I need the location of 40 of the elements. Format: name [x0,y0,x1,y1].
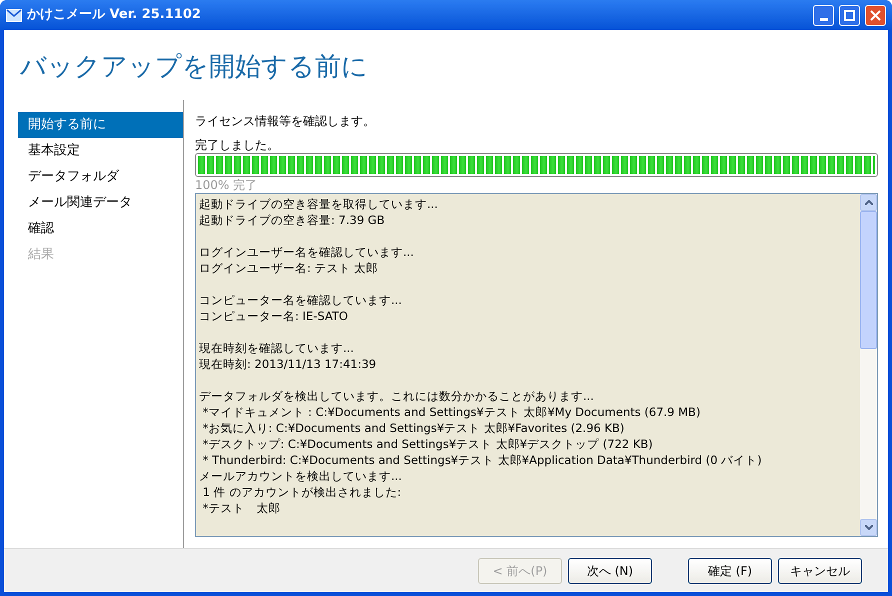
log-line: *マイドキュメント : C:¥Documents and Settings¥テスト 太郎¥My Documents (67.9 MB) [202,404,700,420]
page-heading: バックアップを開始する前に [19,51,369,84]
log-line: コンピューター名: IE-SATO [199,308,348,324]
minimize-button[interactable] [813,4,834,26]
log-line: ログインユーザー名を確認しています... [199,244,414,260]
log-line: ログインユーザー名: テスト 太郎 [199,260,378,276]
scroll-down-button[interactable] [860,519,877,536]
maximize-icon [844,10,855,20]
dialog-button[interactable]: キャンセル [778,558,862,584]
scroll-up-button[interactable] [860,194,877,211]
log-line: メールアカウントを検出しています... [199,468,402,484]
window-title: かけこメール Ver. 25.1102 [27,6,201,24]
envelope-icon [6,8,22,22]
dialog-button[interactable]: 次へ (N) [568,558,652,584]
log-line: 現在時刻: 2013/11/13 17:41:39 [199,356,376,372]
description-text: ライセンス情報等を確認します。 [195,113,376,130]
close-button[interactable] [865,4,886,26]
scroll-thumb[interactable] [860,211,877,349]
sidebar-item[interactable]: 開始する前に [18,112,183,138]
log-line: コンピューター名を確認しています... [199,292,402,308]
log-line: 1 件 のアカウントが検出されました: [202,484,402,500]
minimize-icon [820,18,828,20]
log-line: * Thunderbird: C:¥Documents and Settings¥テスト 太郎¥Application Data¥Thunderbird (0 バイト) [202,452,762,468]
status-text: 完了しました。 [195,137,280,153]
scrollbar[interactable] [860,194,877,536]
log-line: 起動ドライブの空き容量: 7.39 GB [199,212,385,228]
close-icon [870,10,881,20]
log-line: *デスクトップ: C:¥Documents and Settings¥テスト 太郎¥デスクトップ (722 KB) [202,436,653,452]
log-line: 現在時刻を確認しています... [199,340,354,356]
maximize-button[interactable] [839,4,860,26]
sidebar-item[interactable]: データフォルダ [18,164,183,190]
sidebar-item[interactable]: 基本設定 [18,138,183,164]
sidebar-item[interactable]: メール関連データ [18,190,183,216]
log-line: 起動ドライブの空き容量を取得しています... [199,196,438,212]
progress-reading: 100% 完了 [195,177,258,193]
sidebar-item[interactable]: 確認 [18,216,183,242]
log-line: *テスト 太郎 [202,500,280,516]
dialog-button[interactable]: 確定 (F) [688,558,772,584]
log-line: データフォルダを検出しています。これには数分かかることがあります... [199,388,594,404]
log-line: *お気に入り: C:¥Documents and Settings¥テスト 太郎¥Favorites (2.96 KB) [202,420,624,436]
